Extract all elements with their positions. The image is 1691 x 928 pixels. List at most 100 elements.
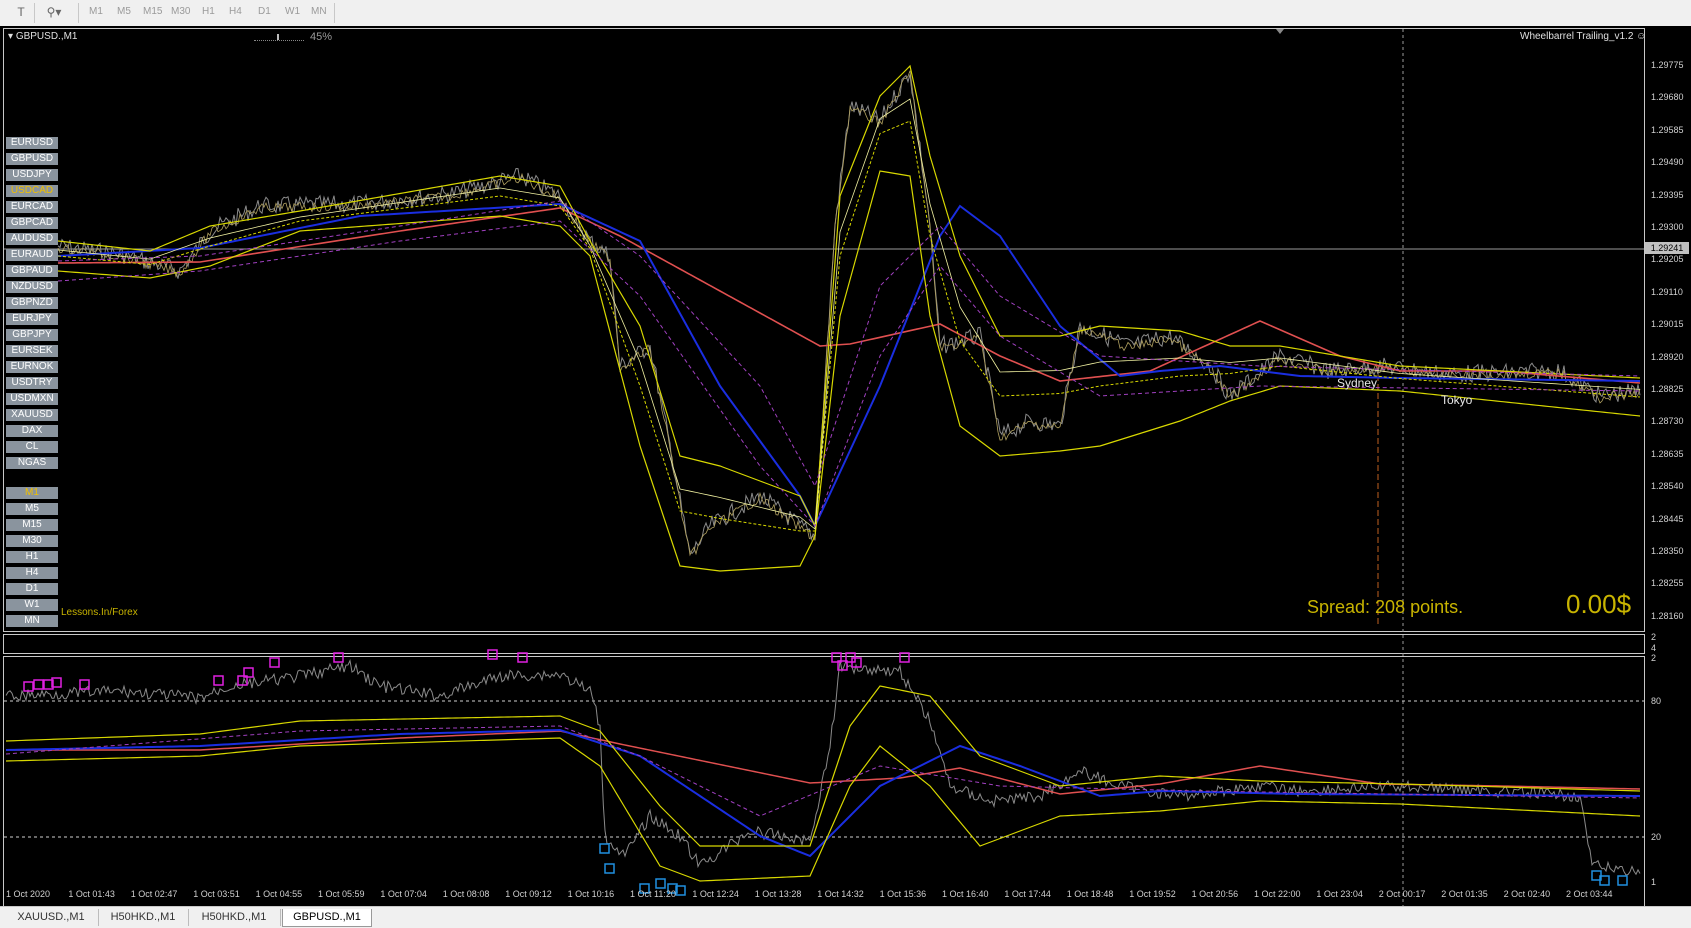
tab-h50hkd-1[interactable]: H50HKD.,M1 (98, 909, 189, 926)
chart-shift-marker[interactable] (1276, 29, 1284, 34)
session-sydney-label: Sydney (1337, 376, 1378, 390)
symbol-button-nzdusd[interactable]: NZDUSD (6, 281, 58, 293)
price-tick-label: 1.29395 (1651, 189, 1684, 200)
progress-bar-fill (254, 34, 279, 40)
time-tick-label: 1 Oct 20:56 (1191, 889, 1239, 899)
toolbar-tf-m15[interactable]: M15 (143, 6, 162, 17)
price-tick-label: 1.29205 (1651, 254, 1684, 265)
symbol-button-dax[interactable]: DAX (6, 425, 58, 437)
symbol-button-usdtry[interactable]: USDTRY (6, 377, 58, 389)
time-tick-label: 1 Oct 08:08 (442, 889, 490, 899)
price-tick-label: 1.29300 (1651, 222, 1684, 232)
symbol-button-eurusd[interactable]: EURUSD (6, 137, 58, 149)
drawing-tools-icon[interactable]: ⚲▾ (42, 4, 66, 21)
side-tf-button-w1[interactable]: W1 (6, 599, 58, 611)
expert-advisor-label: Wheelbarrel Trailing_v1.2 ☺ (1520, 31, 1646, 42)
indicator-tick-label: 2 (1651, 653, 1657, 663)
oversold-marker (599, 843, 610, 854)
time-tick-label: 2 Oct 03:44 (1566, 889, 1613, 899)
toolbar-tf-m30[interactable]: M30 (171, 6, 190, 17)
symbol-button-usdmxn[interactable]: USDMXN (6, 393, 58, 405)
time-tick-label: 2 Oct 00:17 (1378, 889, 1426, 899)
collapse-icon[interactable]: ▾ (8, 31, 13, 42)
symbol-button-gbpcad[interactable]: GBPCAD (6, 217, 58, 229)
overbought-marker (213, 675, 224, 686)
overbought-marker (333, 652, 344, 663)
tab-gbpusd[interactable]: GBPUSD.,M1 (282, 909, 372, 927)
time-tick-label: 1 Oct 10:16 (567, 889, 615, 899)
progress-percent: 45% (310, 31, 333, 43)
price-tick-label: 1.29680 (1651, 92, 1684, 103)
symbol-button-usdjpy[interactable]: USDJPY (6, 169, 58, 181)
price-tick-label: 1.28160 (1651, 610, 1684, 621)
symbol-button-audusd[interactable]: AUDUSD (6, 233, 58, 245)
symbol-button-gbpaud[interactable]: GBPAUD (6, 265, 58, 277)
chart-symbol-title: ▾ GBPUSD.,M1 (8, 31, 78, 42)
symbol-button-gbpjpy[interactable]: GBPJPY (6, 329, 58, 341)
symbol-button-eurjpy[interactable]: EURJPY (6, 313, 58, 325)
time-tick-label: 1 Oct 15:36 (879, 889, 927, 899)
symbol-button-gbpusd[interactable]: GBPUSD (6, 153, 58, 165)
price-tick-label: 1.28540 (1651, 481, 1684, 492)
price-tick-label: 1.29490 (1651, 157, 1684, 168)
indicator-lower-band (5, 737, 1641, 882)
time-tick-label: 1 Oct 09:12 (505, 889, 552, 899)
price-tick-label: 1.29775 (1651, 60, 1684, 70)
price-chart-canvas[interactable] (0, 26, 1691, 906)
toolbar-tf-h1[interactable]: H1 (202, 6, 215, 17)
indicator-upper-band (5, 685, 1641, 847)
side-tf-button-m30[interactable]: M30 (6, 535, 58, 547)
side-tf-button-m15[interactable]: M15 (6, 519, 58, 531)
price-tick-label: 1.28255 (1651, 578, 1684, 589)
side-tf-button-d1[interactable]: D1 (6, 583, 58, 595)
time-tick-label: 1 Oct 2020 (6, 889, 51, 899)
symbol-button-euraud[interactable]: EURAUD (6, 249, 58, 261)
current-price-tag: 1.29241 (1645, 242, 1689, 254)
symbol-button-cl[interactable]: CL (6, 441, 58, 453)
symbol-button-eurnok[interactable]: EURNOK (6, 361, 58, 373)
chart-window[interactable]: ▾ GBPUSD.,M1 45% Wheelbarrel Trailing_v1… (0, 26, 1691, 910)
toolbar-separator (34, 3, 35, 23)
chart-symbol-label: GBPUSD.,M1 (15, 31, 78, 42)
toolbar-tf-h4[interactable]: H4 (229, 6, 242, 17)
symbol-button-eurcad[interactable]: EURCAD (6, 201, 58, 213)
time-tick-label: 1 Oct 11:20 (630, 889, 676, 899)
overbought-marker (517, 652, 528, 663)
time-tick-label: 1 Oct 16:40 (942, 889, 989, 899)
side-tf-button-mn[interactable]: MN (6, 615, 58, 627)
time-tick-label: 2 Oct 02:40 (1503, 889, 1551, 899)
price-tick-label: 1.29015 (1651, 319, 1684, 330)
toolbar-separator (78, 3, 79, 23)
overbought-marker (899, 652, 910, 663)
timeframe-toolbar: T ⚲▾ M1 M5 M15 M30 H1 H4 D1 W1 MN (0, 0, 1691, 27)
toolbar-tf-w1[interactable]: W1 (285, 6, 300, 17)
toolbar-tf-m1[interactable]: M1 (89, 6, 103, 17)
symbol-button-ngas[interactable]: NGAS (6, 457, 58, 469)
rsi-markers-group (23, 649, 1628, 896)
symbol-button-xauusd[interactable]: XAUUSD (6, 409, 58, 421)
side-tf-button-m1[interactable]: M1 (6, 487, 58, 499)
time-tick-label: 1 Oct 23:04 (1316, 889, 1363, 899)
empty-indicator-tick-label: 2 (1651, 632, 1657, 642)
symbol-button-eursek[interactable]: EURSEK (6, 345, 58, 357)
tab-h50hkd-2[interactable]: H50HKD.,M1 (188, 909, 281, 926)
smiley-icon: ☺ (1636, 31, 1647, 42)
toolbar-tf-m5[interactable]: M5 (117, 6, 131, 17)
side-tf-button-h1[interactable]: H1 (6, 551, 58, 563)
price-tick-label: 1.28730 (1651, 416, 1684, 427)
price-tick-label: 1.28920 (1651, 351, 1684, 362)
side-tf-button-m5[interactable]: M5 (6, 503, 58, 515)
indicator-purple-envelope (5, 725, 1641, 817)
time-tick-label: 1 Oct 02:47 (130, 889, 178, 899)
side-tf-button-h4[interactable]: H4 (6, 567, 58, 579)
tab-xauusd[interactable]: XAUUSD.,M1 (4, 909, 99, 926)
time-tick-label: 1 Oct 03:51 (193, 889, 240, 899)
toolbar-tf-d1[interactable]: D1 (258, 6, 271, 17)
symbol-button-gbpnzd[interactable]: GBPNZD (6, 297, 58, 309)
symbol-button-usdcad[interactable]: USDCAD (6, 185, 58, 197)
text-tool-icon[interactable]: T (12, 4, 30, 21)
indicator-tick-label: 80 (1651, 696, 1662, 706)
time-tick-label: 1 Oct 17:44 (1004, 889, 1051, 899)
toolbar-tf-mn[interactable]: MN (311, 6, 327, 17)
overbought-marker (79, 679, 90, 690)
